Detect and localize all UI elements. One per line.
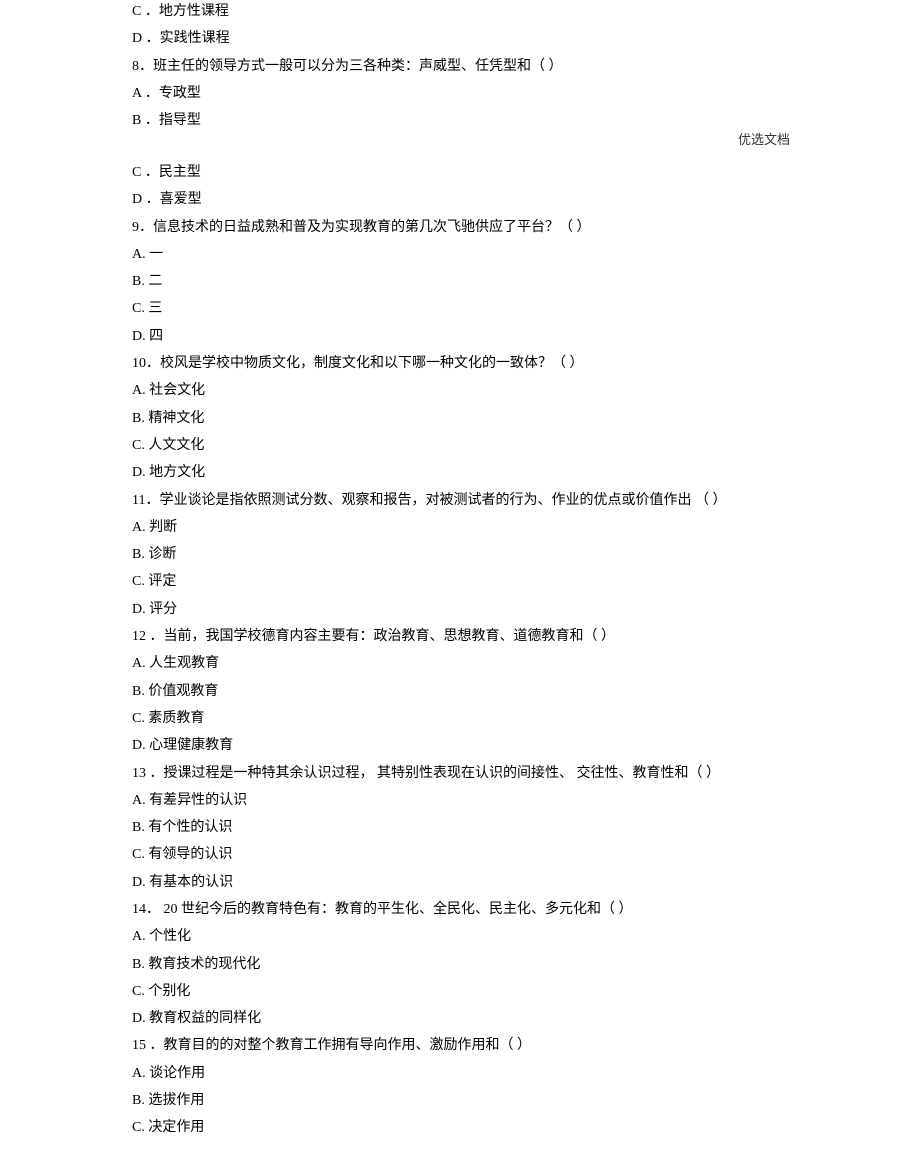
text-line: B. 选拔作用	[132, 1093, 920, 1110]
text-line: 9．信息技术的日益成熟和普及为实现教育的第几次飞驰供应了平台？（ ）	[132, 220, 920, 237]
text-line: C. 素质教育	[132, 711, 920, 728]
document-content: C ．地方性课程 D ．实践性课程 8．班主任的领导方式一般可以分为三各种类：声…	[132, 4, 920, 1137]
header-note: 优选文档	[738, 132, 790, 148]
text-line: 11．学业谈论是指依照测试分数、观察和报告，对被测试者的行为、作业的优点或价值作…	[132, 493, 920, 510]
text-line: A. 个性化	[132, 929, 920, 946]
text-line: 8．班主任的领导方式一般可以分为三各种类：声威型、任凭型和（ ）	[132, 59, 920, 76]
text-line: C ．地方性课程	[132, 4, 920, 21]
text-line: C. 有领导的认识	[132, 847, 920, 864]
text-line: A. 一	[132, 247, 920, 264]
text-line: C ．民主型	[132, 165, 920, 182]
text-line: C. 个别化	[132, 984, 920, 1001]
text-line: D. 地方文化	[132, 465, 920, 482]
text-line: C. 人文文化	[132, 438, 920, 455]
text-line: C. 三	[132, 301, 920, 318]
text-line: B. 有个性的认识	[132, 820, 920, 837]
text-line: B. 诊断	[132, 547, 920, 564]
text-line: A. 谈论作用	[132, 1066, 920, 1083]
text-line: A ．专政型	[132, 86, 920, 103]
text-line: A. 有差异性的认识	[132, 793, 920, 810]
text-line: 13 ．授课过程是一种特其余认识过程， 其特别性表现在认识的间接性、 交往性、教…	[132, 766, 920, 783]
text-line: D ．实践性课程	[132, 31, 920, 48]
text-line: 14． 20 世纪今后的教育特色有：教育的平生化、全民化、民主化、多元化和（ ）	[132, 902, 920, 919]
text-line: 15 ．教育目的的对整个教育工作拥有导向作用、激励作用和（ ）	[132, 1038, 920, 1055]
text-line	[132, 140, 920, 154]
text-line: A. 判断	[132, 520, 920, 537]
text-line: 12 ．当前，我国学校德育内容主要有：政治教育、思想教育、道德教育和（ ）	[132, 629, 920, 646]
text-line: D ．喜爱型	[132, 192, 920, 209]
text-line: A. 社会文化	[132, 383, 920, 400]
text-line: B ．指导型	[132, 113, 920, 130]
text-line: D. 教育权益的同样化	[132, 1011, 920, 1028]
text-line: D. 有基本的认识	[132, 875, 920, 892]
text-line: B. 精神文化	[132, 411, 920, 428]
text-line: D. 评分	[132, 602, 920, 619]
text-line: B. 二	[132, 274, 920, 291]
text-line: D. 心理健康教育	[132, 738, 920, 755]
text-line: D. 四	[132, 329, 920, 346]
text-line: B. 价值观教育	[132, 684, 920, 701]
text-line: C. 决定作用	[132, 1120, 920, 1137]
text-line: A. 人生观教育	[132, 656, 920, 673]
text-line: C. 评定	[132, 574, 920, 591]
text-line: B. 教育技术的现代化	[132, 957, 920, 974]
text-line: 10．校风是学校中物质文化，制度文化和以下哪一种文化的一致体？（ ）	[132, 356, 920, 373]
